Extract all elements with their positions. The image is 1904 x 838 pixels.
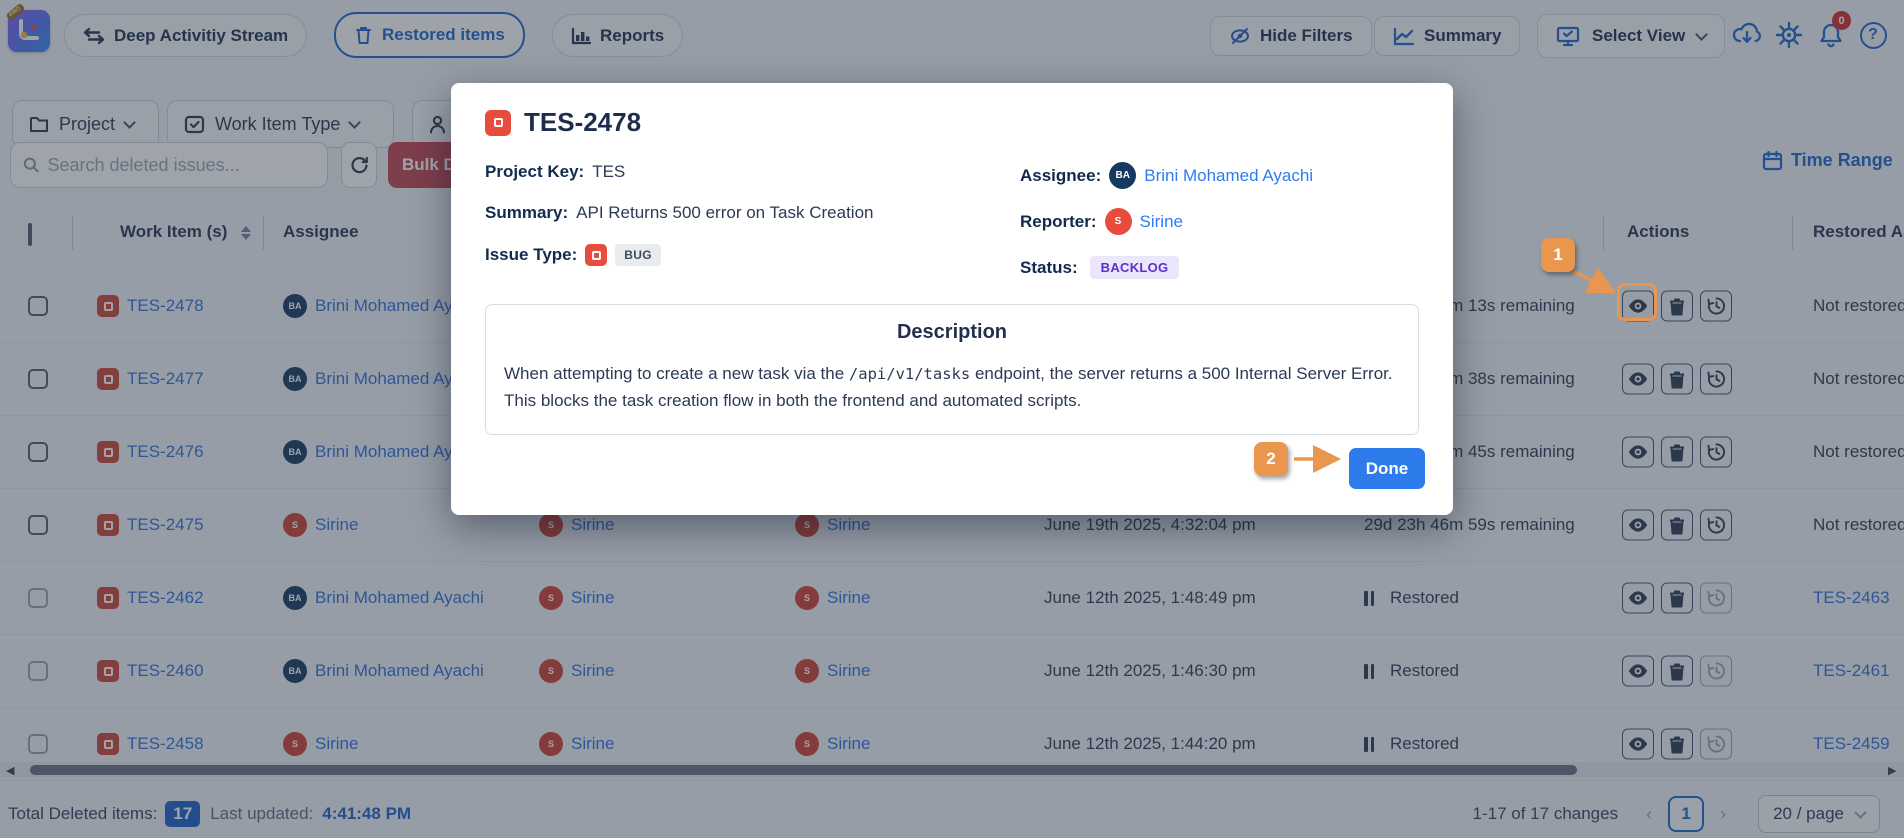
project-key-value: TES: [592, 162, 625, 182]
description-text: When attempting to create a new task via…: [504, 360, 1400, 414]
summary-value: API Returns 500 error on Task Creation: [576, 203, 873, 223]
issue-type-label: Issue Type:: [485, 245, 577, 265]
issue-details-modal: TES-2478 Project Key: TES Summary: API Ret…: [451, 83, 1453, 515]
annotation-step-1: 1: [1541, 238, 1575, 272]
assignee-label: Assignee:: [1020, 166, 1101, 186]
reporter-avatar: S: [1105, 208, 1132, 235]
reporter-label: Reporter:: [1020, 212, 1097, 232]
annotation-step-2: 2: [1254, 442, 1288, 476]
description-title: Description: [504, 321, 1400, 344]
done-button[interactable]: Done: [1349, 448, 1425, 489]
bug-type-icon: [485, 110, 511, 136]
reporter-link[interactable]: Sirine: [1140, 212, 1183, 232]
modal-title: TES-2478: [485, 107, 1419, 138]
project-key-label: Project Key:: [485, 162, 584, 182]
code-endpoint: /api/v1/tasks: [849, 365, 970, 383]
assignee-avatar: BA: [1109, 162, 1136, 189]
assignee-link[interactable]: Brini Mohamed Ayachi: [1144, 166, 1313, 186]
status-badge: BACKLOG: [1090, 256, 1180, 279]
bug-type-icon: [585, 244, 607, 266]
issue-type-badge: BUG: [615, 244, 661, 266]
summary-label: Summary:: [485, 203, 568, 223]
status-label: Status:: [1020, 258, 1078, 278]
description-panel: Description When attempting to create a …: [485, 304, 1419, 435]
